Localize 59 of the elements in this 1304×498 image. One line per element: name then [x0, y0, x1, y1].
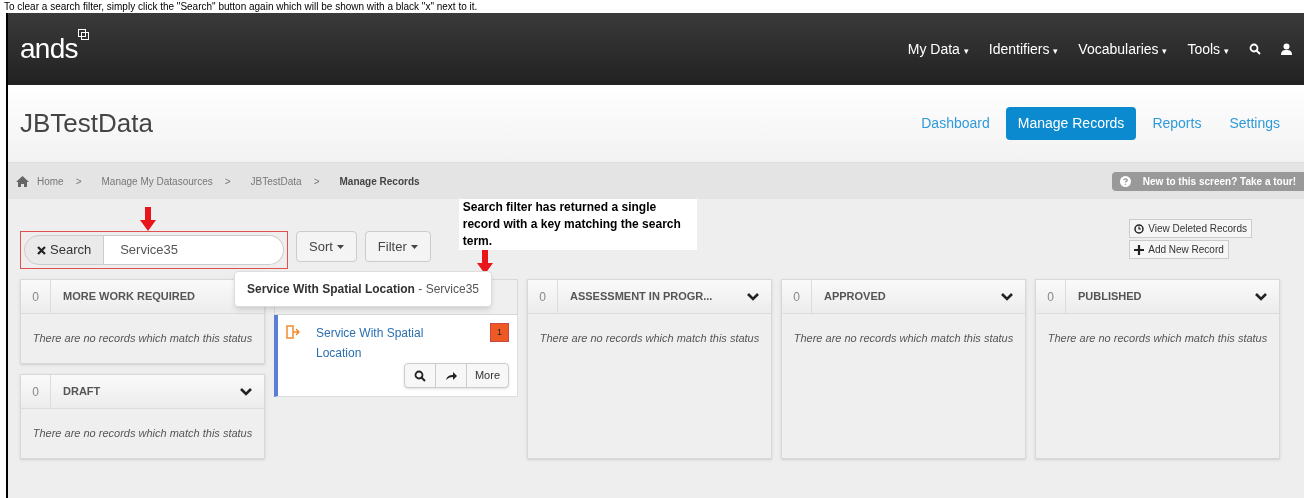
empty-message: There are no records which match this status [793, 331, 1014, 347]
record-count: 0 [21, 375, 51, 408]
search-field[interactable]: Service35 [104, 235, 284, 265]
close-icon [37, 245, 46, 255]
empty-message: There are no records which match this status [539, 331, 760, 347]
chevron-down-icon[interactable] [240, 386, 252, 397]
status-title: PUBLISHED [1078, 289, 1142, 305]
record-count: 0 [528, 280, 558, 313]
breadcrumb-separator: > [313, 174, 320, 189]
status-title: MORE WORK REQUIRED [63, 289, 195, 305]
logo-squares-icon [77, 29, 89, 40]
logo[interactable]: ands [20, 33, 78, 65]
breadcrumb-link[interactable]: Manage My Datasources [101, 173, 213, 189]
caption-text: To clear a search filter, simply click the "Search" button again which will be shown with a black "x" next to it. [3, 0, 478, 13]
arrow-down-icon [140, 207, 156, 231]
status-title: APPROVED [824, 289, 886, 305]
breadcrumb-separator: > [224, 174, 231, 189]
chevron-down-icon[interactable] [1255, 291, 1267, 302]
empty-message: There are no records which match this status [32, 426, 253, 442]
tooltip-text: Service With Spatial Location - Service35 [247, 282, 479, 296]
search-icon [413, 369, 426, 382]
record-link[interactable]: Service With Spatial Location [316, 323, 446, 363]
help-icon [1119, 175, 1131, 187]
status-title: DRAFT [63, 384, 101, 400]
page-title: JBTestData [20, 107, 153, 140]
empty-message: There are no records which match this status [1047, 331, 1268, 347]
nav-menu[interactable]: My Data ▾ [907, 38, 969, 60]
empty-message: There are no records which match this status [32, 331, 253, 347]
breadcrumb-separator: > [75, 174, 82, 189]
share-arrow-icon [444, 370, 457, 381]
chevron-down-icon[interactable] [747, 291, 759, 302]
caret-icon [410, 244, 418, 249]
home-icon[interactable] [16, 175, 29, 187]
chevron-down-icon[interactable] [1001, 291, 1013, 302]
count-badge: 1 [490, 323, 509, 342]
status-title: ASSESSMENT IN PROGR... [570, 289, 713, 305]
search-icon[interactable] [1249, 43, 1261, 55]
nav-menu[interactable]: Tools ▾ [1187, 38, 1229, 60]
clock-icon [1134, 223, 1145, 234]
plus-icon [1134, 244, 1145, 255]
breadcrumb-link[interactable]: JBTestData [250, 173, 302, 189]
nav-tab[interactable]: Manage Records [1005, 107, 1137, 140]
record-count: 0 [21, 280, 51, 313]
arrow-down-icon [476, 250, 493, 274]
sort-button[interactable]: Sort [296, 231, 357, 262]
annotation-text: Search filter has returned a single record with a key matching the search term. [458, 199, 697, 250]
view-deleted-button[interactable]: View Deleted Records [1129, 219, 1252, 238]
nav-menu[interactable]: Vocabularies ▾ [1078, 38, 1168, 60]
breadcrumb-link[interactable]: Manage Records [339, 173, 420, 189]
nav-menu[interactable]: Identifiers ▾ [988, 38, 1059, 60]
user-icon[interactable] [1281, 43, 1292, 55]
add-record-button[interactable]: Add New Record [1129, 240, 1229, 259]
filter-button[interactable]: Filter [364, 231, 431, 262]
clear-search-button[interactable]: Search [24, 235, 105, 265]
record-count: 0 [782, 280, 812, 313]
caret-icon [336, 244, 344, 249]
document-arrow-icon [286, 325, 300, 339]
breadcrumb-link[interactable]: Home [37, 173, 64, 189]
record-count: 0 [1036, 280, 1066, 313]
